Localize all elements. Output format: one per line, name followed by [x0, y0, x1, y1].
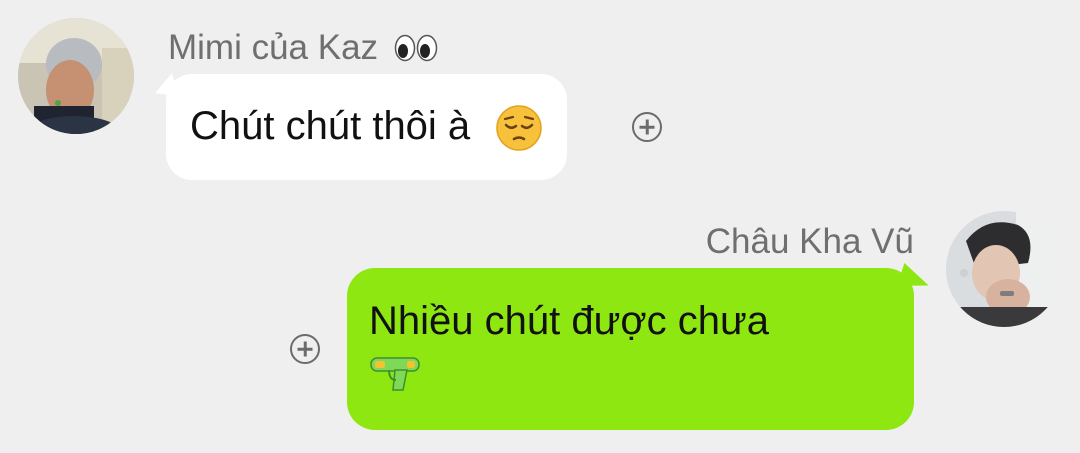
- message-text: Nhiều chút được chưa: [369, 299, 769, 343]
- eyes-emoji-icon: [394, 34, 438, 62]
- sender-name: Mimi của Kaz: [168, 28, 438, 68]
- message-text: Chút chút thôi à: [190, 104, 471, 148]
- pensive-face-emoji-icon: [496, 105, 543, 152]
- water-pistol-emoji-icon: [370, 357, 420, 391]
- add-reaction-button[interactable]: [632, 112, 662, 142]
- avatar-mimi[interactable]: [18, 18, 134, 134]
- message-bubble-outgoing[interactable]: Nhiều chút được chưa: [347, 268, 914, 430]
- message-bubble-incoming[interactable]: Chút chút thôi à: [166, 74, 568, 180]
- sender-name-text: Mimi của Kaz: [168, 28, 379, 67]
- avatar-image: [946, 211, 1062, 327]
- avatar-image: [18, 18, 134, 134]
- sender-name: Châu Kha Vũ: [705, 222, 914, 261]
- avatar-chau-kha-vu[interactable]: [946, 211, 1062, 327]
- add-reaction-button[interactable]: [290, 334, 320, 364]
- emoji-line: [369, 348, 890, 410]
